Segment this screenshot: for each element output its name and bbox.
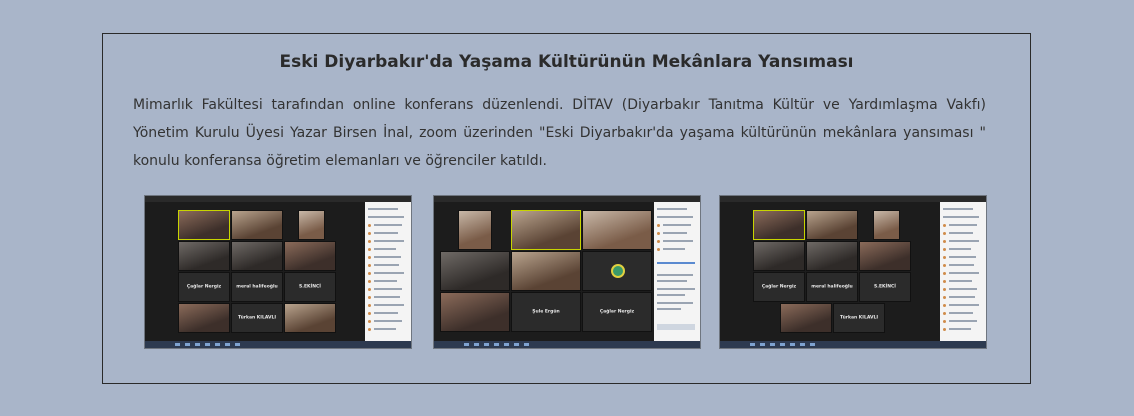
video-tile [873, 210, 900, 240]
video-tile: meral halifeoğlu [806, 272, 858, 302]
participant-name: meral halifeoğlu [236, 284, 278, 290]
participants-panel [654, 202, 700, 341]
video-tile [178, 210, 230, 240]
article-title: Eski Diyarbakır'da Yaşama Kültürünün Mek… [279, 52, 854, 72]
video-tile [178, 303, 230, 333]
video-tile: Çağlar Nergiz [753, 272, 805, 302]
video-tile [582, 251, 652, 291]
participant-name: Türkan KILAVLI [839, 315, 879, 321]
participant-name: S.EKİNCİ [299, 284, 321, 290]
article-body: Mimarlık Fakültesi tarafından online kon… [133, 97, 986, 169]
video-tile [298, 210, 325, 240]
video-tile [511, 210, 581, 250]
video-tile: S.EKİNCİ [859, 272, 911, 302]
participant-name: Çağlar Nergiz [761, 284, 797, 290]
video-tile [753, 241, 805, 271]
participant-name: Çağlar Nergiz [186, 284, 222, 290]
participant-name: S.EKİNCİ [874, 284, 896, 290]
photo-3[interactable]: Çağlar Nergiz meral halifeoğlu S.EKİNCİ … [719, 195, 987, 349]
participants-panel [365, 202, 411, 341]
video-tile [231, 210, 283, 240]
video-tile [440, 251, 510, 291]
video-tile: Çağlar Nergiz [582, 292, 652, 332]
participants-panel [940, 202, 986, 341]
video-tile [753, 210, 805, 240]
video-tile [859, 241, 911, 271]
video-tile [806, 241, 858, 271]
article-card: Eski Diyarbakır'da Yaşama Kültürünün Mek… [102, 33, 1031, 384]
taskbar [434, 341, 700, 348]
video-tile [582, 210, 652, 250]
video-tile [458, 210, 492, 250]
participant-name: Türkan KILAVLI [237, 315, 277, 321]
video-tile [780, 303, 832, 333]
photo-2[interactable]: Şule Ergün Çağlar Nergiz [433, 195, 701, 349]
video-tile: Çağlar Nergiz [178, 272, 230, 302]
video-tile [440, 292, 510, 332]
video-tile: Türkan KILAVLI [231, 303, 283, 333]
participant-name: Şule Ergün [532, 309, 560, 315]
video-tile [231, 241, 283, 271]
video-tile [178, 241, 230, 271]
participant-name: Çağlar Nergiz [599, 309, 635, 315]
participant-name: meral halifeoğlu [811, 284, 853, 290]
video-tile [806, 210, 858, 240]
taskbar [720, 341, 986, 348]
photo-1[interactable]: Çağlar Nergiz meral halifeoğlu S.EKİNCİ … [144, 195, 412, 349]
video-tile [284, 303, 336, 333]
video-tile: Şule Ergün [511, 292, 581, 332]
video-tile [511, 251, 581, 291]
video-tile: meral halifeoğlu [231, 272, 283, 302]
logo-icon [611, 264, 625, 278]
taskbar [145, 341, 411, 348]
video-tile: Türkan KILAVLI [833, 303, 885, 333]
video-tile: S.EKİNCİ [284, 272, 336, 302]
video-tile [284, 241, 336, 271]
